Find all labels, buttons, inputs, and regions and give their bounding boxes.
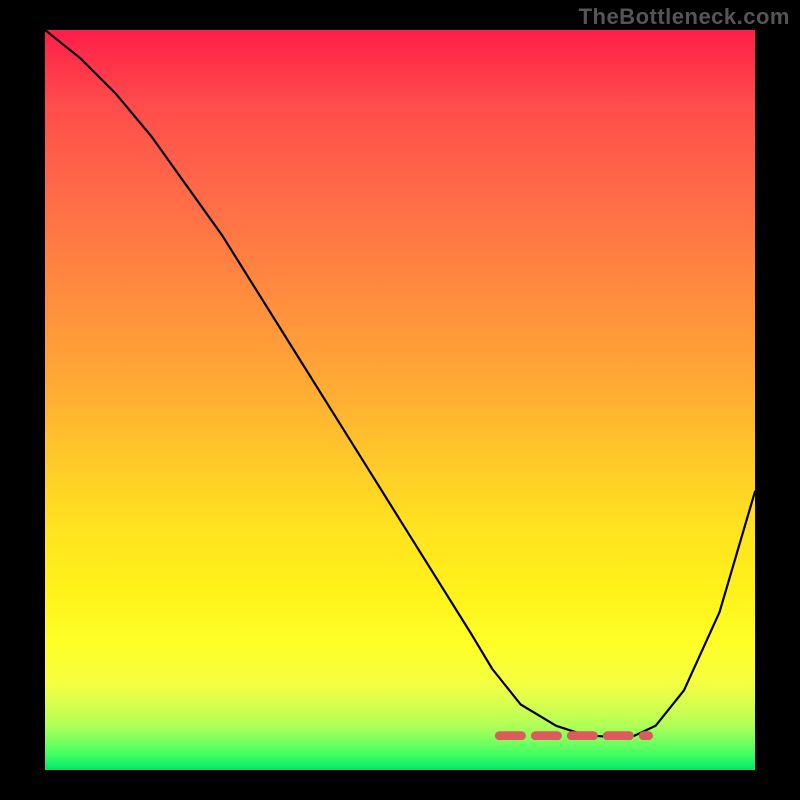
plot-area [45,30,755,770]
chart-svg [45,30,755,740]
chart-frame: TheBottleneck.com [0,0,800,800]
watermark-text: TheBottleneck.com [579,4,790,30]
bottleneck-curve [45,30,755,737]
